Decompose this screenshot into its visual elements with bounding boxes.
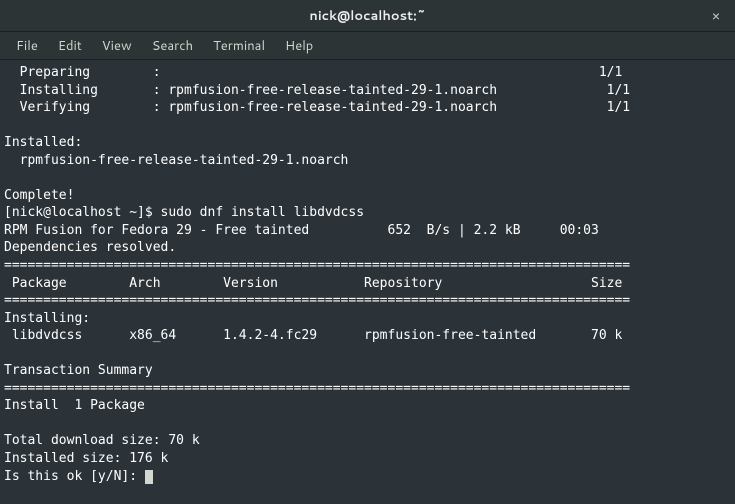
menu-terminal[interactable]: Terminal [203, 33, 275, 59]
terminal-line: Preparing : 1/1 [4, 65, 622, 80]
terminal-prompt: Is this ok [y/N]: [4, 469, 145, 484]
terminal-line: Dependencies resolved. [4, 240, 176, 255]
terminal-line: Transaction Summary [4, 363, 153, 378]
menu-file[interactable]: File [6, 33, 48, 59]
menubar: File Edit View Search Terminal Help [0, 32, 735, 60]
terminal-line: Installed size: 176 k [4, 451, 168, 466]
terminal-line: [nick@localhost ~]$ sudo dnf install lib… [4, 205, 364, 220]
terminal-line: Package Arch Version Repository Size [4, 276, 622, 291]
terminal-line: Complete! [4, 188, 74, 203]
menu-edit[interactable]: Edit [48, 33, 92, 59]
titlebar: nick@localhost:~ × [0, 0, 735, 32]
terminal-line: Total download size: 70 k [4, 433, 200, 448]
terminal-line: ========================================… [4, 258, 630, 273]
close-icon[interactable]: × [707, 7, 725, 25]
terminal-line: Install 1 Package [4, 398, 145, 413]
cursor-icon [145, 470, 153, 484]
terminal-line: RPM Fusion for Fedora 29 - Free tainted … [4, 223, 599, 238]
terminal-line: ========================================… [4, 381, 630, 396]
terminal-line: Installing: [4, 311, 90, 326]
menu-search[interactable]: Search [142, 33, 203, 59]
terminal-line: rpmfusion-free-release-tainted-29-1.noar… [4, 153, 348, 168]
terminal-line: Installed: [4, 135, 82, 150]
terminal-line: libdvdcss x86_64 1.4.2-4.fc29 rpmfusion-… [4, 328, 622, 343]
window-title: nick@localhost:~ [309, 7, 425, 25]
terminal-output[interactable]: Preparing : 1/1 Installing : rpmfusion-f… [0, 60, 735, 489]
terminal-line: Installing : rpmfusion-free-release-tain… [4, 83, 630, 98]
terminal-line: ========================================… [4, 293, 630, 308]
terminal-line: Verifying : rpmfusion-free-release-taint… [4, 100, 630, 115]
menu-view[interactable]: View [92, 33, 142, 59]
menu-help[interactable]: Help [275, 33, 323, 59]
